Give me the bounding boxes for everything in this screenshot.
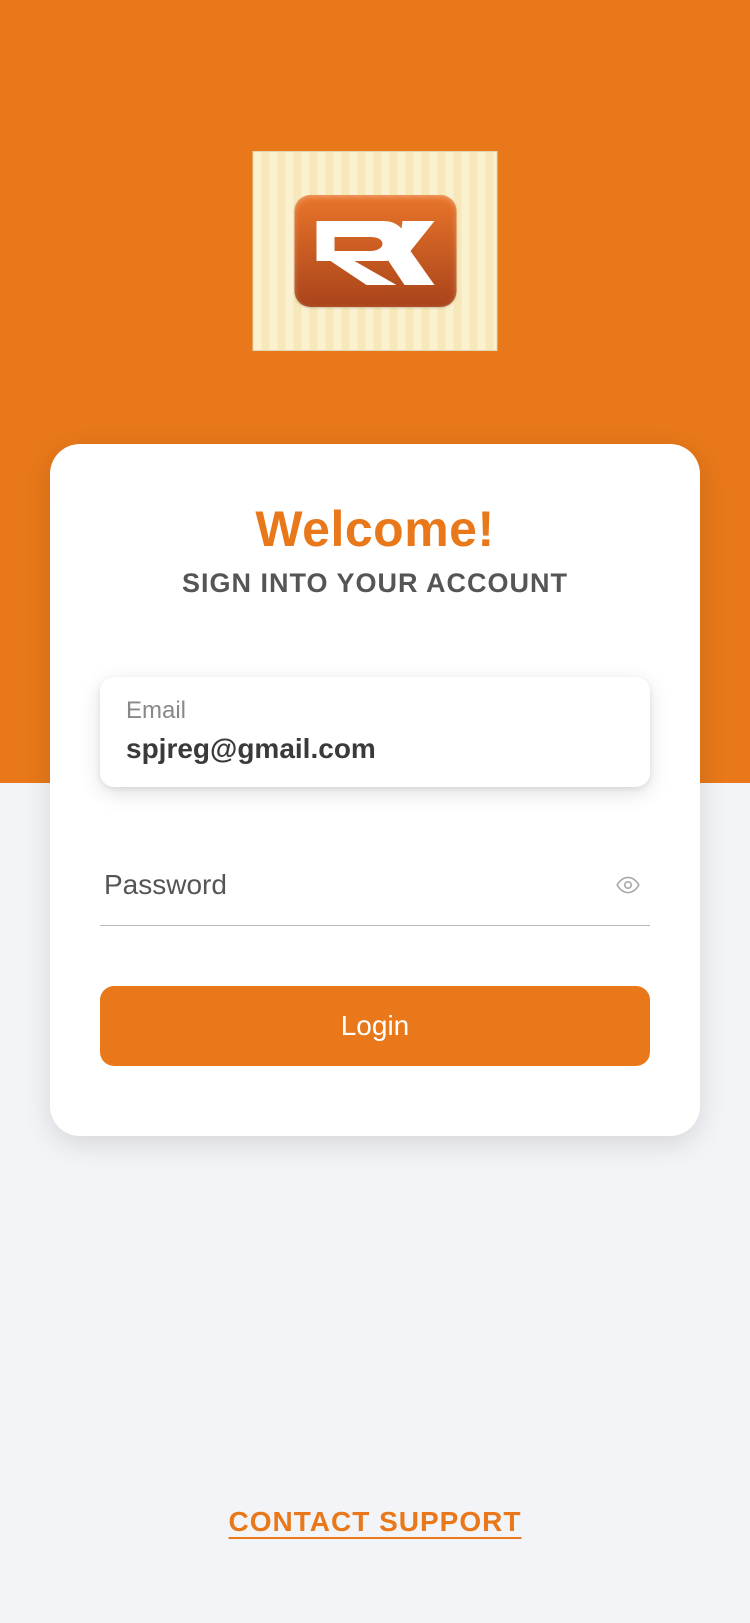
brand-logo: [294, 195, 456, 307]
rk-logo-icon: [310, 211, 440, 291]
login-button[interactable]: Login: [100, 986, 650, 1066]
email-field-wrapper[interactable]: Email: [100, 677, 650, 787]
login-card: Welcome! SIGN INTO YOUR ACCOUNT Email Lo…: [50, 444, 700, 1136]
toggle-password-visibility-button[interactable]: [612, 869, 644, 901]
logo-container: [253, 151, 498, 351]
email-input[interactable]: [126, 733, 624, 765]
subtitle-text: SIGN INTO YOUR ACCOUNT: [100, 568, 650, 599]
email-label: Email: [126, 697, 624, 725]
password-input[interactable]: [104, 869, 602, 901]
welcome-heading: Welcome!: [100, 500, 650, 558]
eye-icon: [615, 872, 641, 898]
password-field-wrapper[interactable]: [100, 859, 650, 926]
contact-support-link[interactable]: CONTACT SUPPORT: [229, 1506, 522, 1538]
